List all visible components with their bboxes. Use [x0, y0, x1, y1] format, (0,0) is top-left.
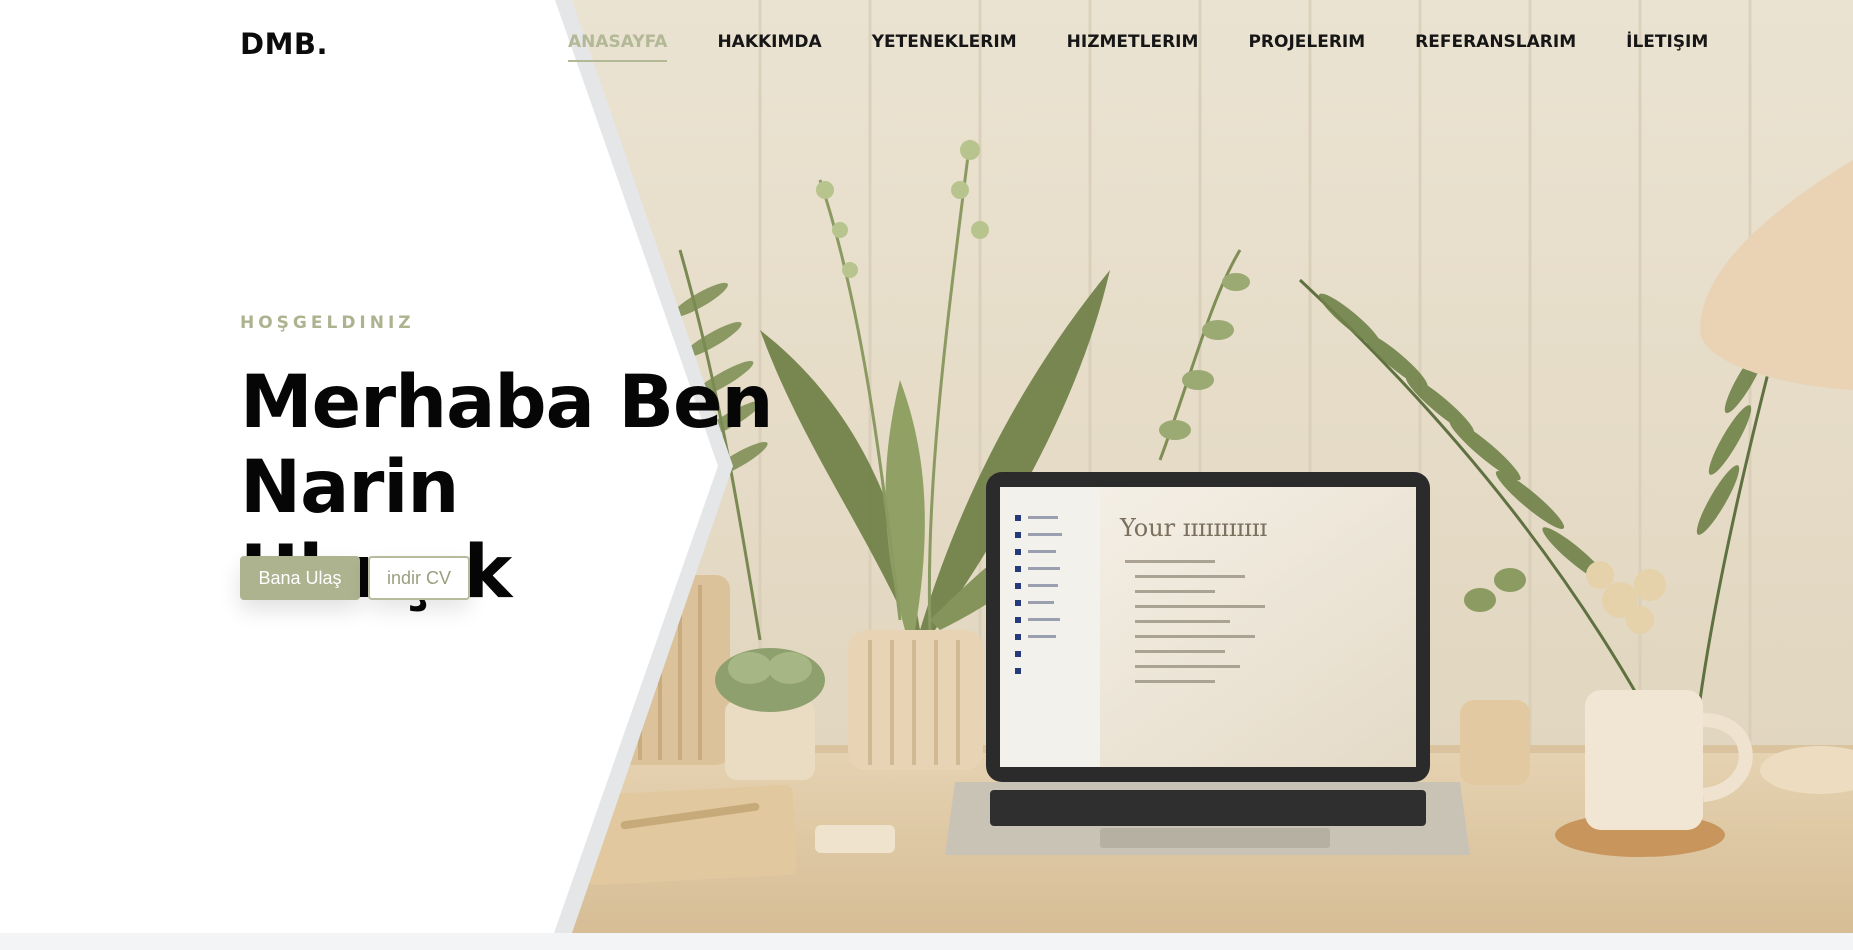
hero-section: Your ɪɪɪɪɪɪɪɪɪɪɪ DMB. ANASAYFA HAKKIMDA …	[0, 0, 1853, 933]
hero-title-line1: Merhaba Ben Narin	[240, 360, 773, 530]
main-nav: ANASAYFA HAKKIMDA YETENEKLERIM HIZMETLER…	[568, 32, 1708, 62]
nav-item-referanslarim[interactable]: REFERANSLARIM	[1415, 32, 1576, 62]
nav-item-hakkimda[interactable]: HAKKIMDA	[717, 32, 821, 62]
download-cv-button[interactable]: indir CV	[368, 556, 470, 600]
site-logo[interactable]: DMB.	[240, 27, 328, 61]
page-bottom-strip	[0, 933, 1853, 950]
nav-item-anasayfa[interactable]: ANASAYFA	[568, 32, 668, 62]
top-navbar: DMB. ANASAYFA HAKKIMDA YETENEKLERIM HIZM…	[0, 0, 1853, 86]
nav-item-iletisim[interactable]: İLETIŞIM	[1626, 32, 1708, 62]
contact-me-button[interactable]: Bana Ulaş	[240, 556, 360, 600]
hero-eyebrow: HOŞGELDINIZ	[240, 313, 415, 333]
nav-item-projelerim[interactable]: PROJELERIM	[1248, 32, 1365, 62]
nav-item-hizmetlerim[interactable]: HIZMETLERIM	[1067, 32, 1199, 62]
hero-buttons: Bana Ulaş indir CV	[240, 556, 470, 600]
nav-item-yeteneklerim[interactable]: YETENEKLERIM	[872, 32, 1017, 62]
